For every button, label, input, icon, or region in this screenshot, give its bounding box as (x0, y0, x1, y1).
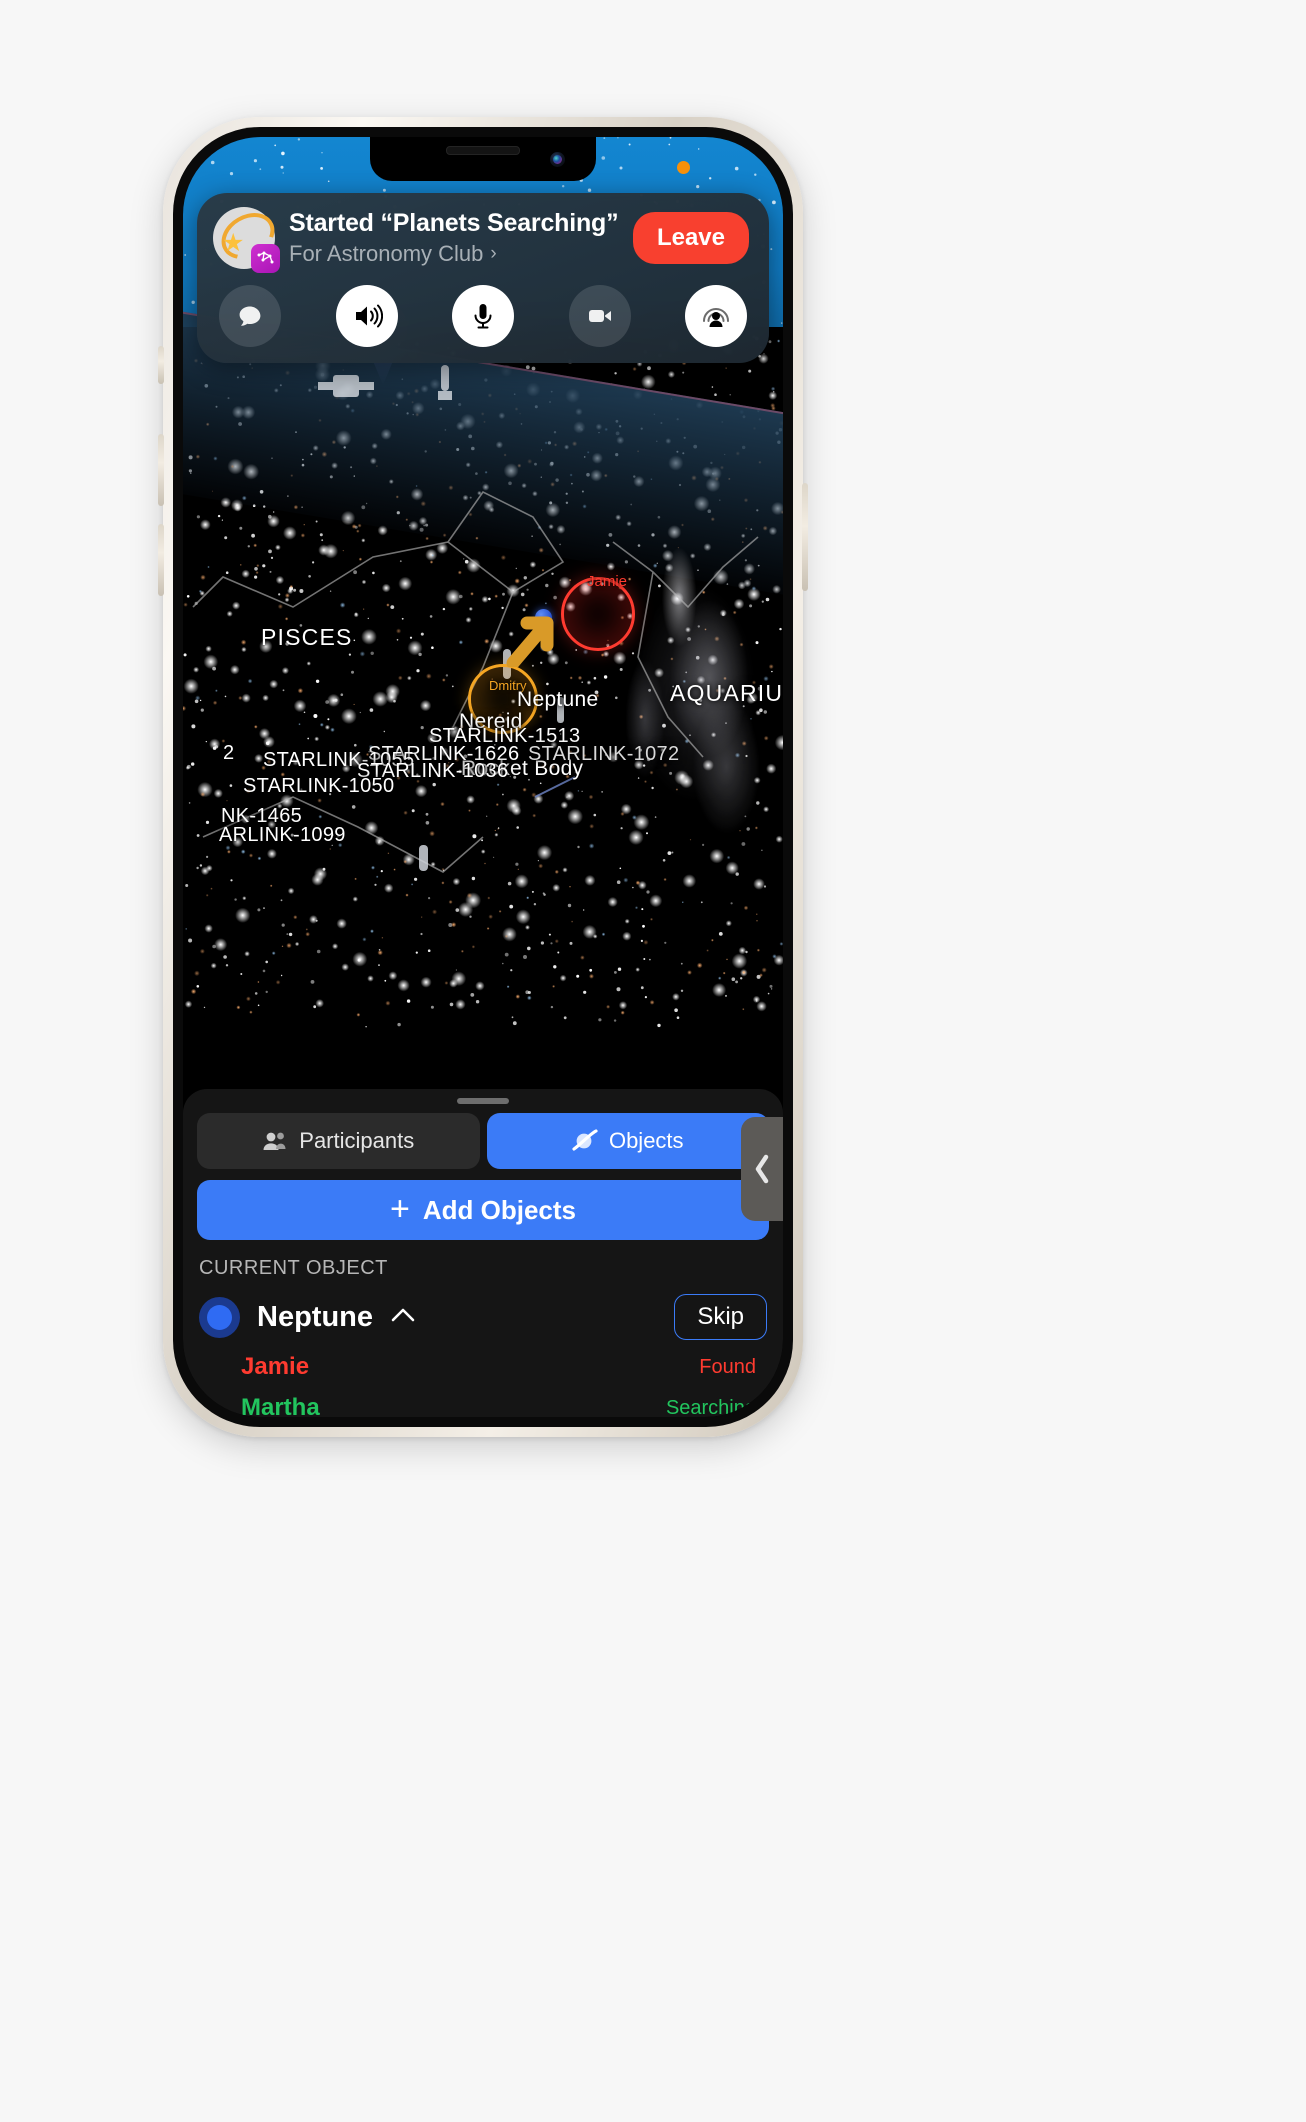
list-item[interactable]: Jamie Found (197, 1353, 769, 1381)
current-object-header: CURRENT OBJECT (199, 1257, 388, 1279)
speaker-wave-icon (351, 300, 383, 332)
shareplay-group-name: For Astronomy Club (289, 241, 484, 267)
sheet-tabs: Participants Objects (197, 1113, 769, 1169)
phone-notch (371, 137, 595, 179)
participant-name-jamie: Jamie (241, 1353, 310, 1380)
shareplay-banner[interactable]: ★ Started “Planets Searching” For Astron… (197, 193, 769, 363)
message-bubble-icon (235, 301, 265, 331)
current-object-name: Neptune (257, 1300, 373, 1333)
shareplay-group-link[interactable]: For Astronomy Club › (289, 241, 623, 267)
planet-icon (572, 1129, 598, 1153)
current-object-dot (199, 1296, 240, 1338)
microphone-privacy-indicator (677, 161, 690, 174)
shareplay-person-icon (699, 299, 733, 333)
sidebar-collapse-handle[interactable] (741, 1117, 783, 1221)
sheet-grabber[interactable] (457, 1098, 509, 1104)
earpiece-speaker (446, 146, 520, 155)
shooting-star-icon: ★ (222, 229, 245, 257)
tab-participants-label: Participants (299, 1128, 415, 1153)
shareplay-controls (197, 269, 769, 347)
skip-button[interactable]: Skip (674, 1294, 767, 1340)
shareplay-banner-header: ★ Started “Planets Searching” For Astron… (197, 203, 769, 273)
chevron-left-icon (752, 1152, 772, 1186)
participant-status-jamie: Found (699, 1355, 756, 1378)
shareplay-banner-text: Started “Planets Searching” For Astronom… (275, 209, 623, 268)
bottom-sheet: Participants Objects + Add Objects CURRE… (183, 1089, 783, 1417)
phone-screen: NE (183, 137, 783, 1417)
chevron-up-icon[interactable] (389, 1306, 417, 1329)
constellation-label-aquarius: AQUARIUS (670, 680, 783, 706)
list-item[interactable]: Martha Searching (197, 1394, 769, 1417)
plus-icon: + (390, 1190, 410, 1229)
add-objects-label: Add Objects (422, 1194, 576, 1225)
current-object-row[interactable]: Neptune Skip (197, 1294, 769, 1340)
microphone-icon (467, 300, 499, 332)
satellite-label-truncated-2[interactable]: 2 (223, 742, 234, 765)
page-title: Started “Planets Searching” (289, 208, 619, 237)
speaker-button[interactable] (335, 285, 398, 347)
sheet-content: Participants Objects + Add Objects CURRE… (183, 1089, 783, 1417)
power-button[interactable] (802, 483, 808, 591)
shareplay-button[interactable] (685, 285, 747, 347)
volume-up-button[interactable] (158, 434, 164, 506)
volume-down-button[interactable] (158, 524, 164, 596)
neptune-pointer-arrow-icon (506, 616, 554, 667)
messages-button[interactable] (219, 285, 281, 347)
video-button[interactable] (568, 285, 631, 347)
front-camera-icon (550, 152, 565, 167)
participant-name-martha: Martha (241, 1394, 320, 1417)
satellite-label-starlink-1050[interactable]: STARLINK-1050 (243, 775, 394, 798)
constellation-label-pisces: PISCES (261, 624, 353, 650)
people-icon (262, 1130, 288, 1152)
tab-participants[interactable]: Participants (197, 1113, 480, 1169)
avatar: ★ (213, 203, 283, 273)
object-label-neptune[interactable]: Neptune (517, 688, 599, 712)
satellite-label-starlink-1072[interactable]: STARLINK-1072 (528, 743, 679, 766)
satellite-label-arlink-1099[interactable]: ARLINK-1099 (219, 824, 346, 847)
silent-switch[interactable] (158, 346, 164, 384)
phone-device: NE (158, 117, 808, 1437)
video-camera-icon (584, 300, 616, 332)
leave-button[interactable]: Leave (632, 212, 749, 264)
constellation-badge-icon (251, 244, 280, 273)
tab-objects[interactable]: Objects (486, 1113, 769, 1169)
microphone-button[interactable] (452, 285, 514, 347)
player-marker-label-jamie: Jamie (587, 573, 628, 590)
chevron-right-icon: › (490, 243, 497, 265)
add-objects-button[interactable]: + Add Objects (197, 1180, 769, 1240)
tab-objects-label: Objects (608, 1128, 684, 1153)
participant-status-martha: Searching (665, 1396, 756, 1418)
